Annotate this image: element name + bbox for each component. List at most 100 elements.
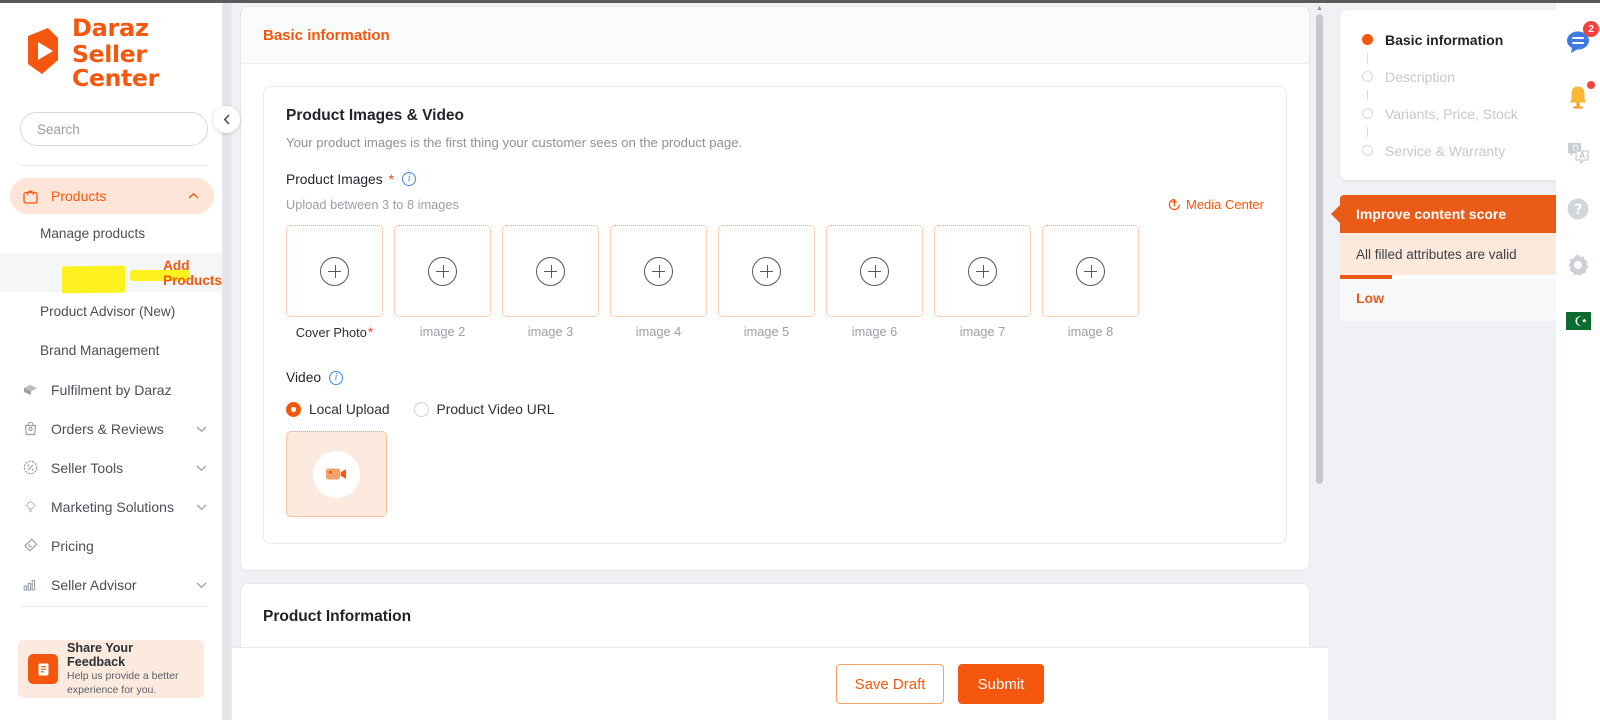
sidebar-subitem-manage-products[interactable]: Manage products [0,214,222,253]
sidebar-subitem-add-products[interactable]: Add Products [0,253,222,294]
notifications-button[interactable] [1563,81,1595,112]
radio-dot-selected[interactable] [286,402,301,417]
chat-unread-badge: 2 [1583,21,1599,37]
order-bag-icon [20,420,40,437]
info-icon[interactable]: i [329,370,344,385]
content-scrollbar[interactable]: ▲ [1315,4,1324,716]
action-bar: Save Draft Submit [232,647,1328,720]
bar-chart-icon [20,576,40,593]
brand-name-line1: Daraz [72,14,149,42]
help-button[interactable]: ? [1563,194,1593,224]
content-score-progressbar [1340,275,1578,279]
sidebar-collapse-button[interactable] [213,106,240,133]
content-score-body: All filled attributes are valid [1340,233,1578,275]
radio-local-upload[interactable]: Local Upload [286,402,390,417]
image-slot-dropzone[interactable] [502,225,599,317]
sidebar: Daraz Seller Center Products [0,0,222,720]
media-center-label: Media Center [1185,197,1264,212]
scroll-up-arrow[interactable]: ▲ [1315,4,1324,13]
image-slot-1: Cover Photo* [286,225,383,340]
upload-hint-row: Upload between 3 to 8 images Media Cente… [286,197,1264,212]
price-tag-icon [20,537,40,554]
sidebar-item-label: Seller Tools [51,459,124,476]
pakistan-flag-icon [1565,312,1591,330]
bulb-icon [20,498,40,515]
highlight-annotation [62,265,126,294]
radio-dot[interactable] [413,402,429,417]
image-slot-dropzone[interactable] [610,225,707,317]
sidebar-item-orders-reviews[interactable]: Orders & Reviews [0,409,222,448]
media-center-link[interactable]: Media Center [1168,197,1264,212]
content-score-progress-fill [1340,275,1393,279]
radio-product-video-url[interactable]: Product Video URL [413,402,555,417]
sidebar-item-marketing-solutions[interactable]: Marketing Solutions [0,487,222,526]
language-region-button[interactable] [1563,306,1593,336]
image-slot-caption: image 5 [743,324,790,339]
sidebar-item-pricing[interactable]: Pricing [0,526,222,565]
settings-button[interactable] [1563,250,1593,280]
sidebar-item-fulfilment-by-daraz[interactable]: Fulfilment by Daraz [0,370,222,409]
image-slot-caption: image 3 [527,324,574,339]
percent-badge-icon [20,459,40,476]
save-draft-button[interactable]: Save Draft [836,664,944,704]
sidebar-item-label: Marketing Solutions [51,498,174,515]
step-bullet [1362,108,1373,119]
image-slot-dropzone[interactable] [394,225,491,317]
svg-text:A: A [1580,151,1586,160]
image-slot-dropzone[interactable] [286,225,383,317]
sidebar-item-seller-tools[interactable]: Seller Tools [0,448,222,487]
plus-circle-icon [536,256,565,286]
plus-circle-icon [428,256,457,286]
sidebar-subitem-brand-management[interactable]: Brand Management [0,331,222,370]
qa-button[interactable]: Q A [1563,138,1593,168]
gear-icon [1568,254,1589,276]
chevron-up-icon[interactable] [186,192,200,200]
product-information-title: Product Information [263,608,412,625]
image-slot-dropzone[interactable] [718,225,815,317]
sidebar-subitem-product-advisor[interactable]: Product Advisor (New) [0,292,222,331]
search-input[interactable] [37,121,214,137]
required-marker: * [388,171,395,187]
brand-logo[interactable]: Daraz Seller Center [0,0,222,90]
sidebar-item-label: Seller Advisor [51,576,137,593]
image-slot-caption: image 6 [851,324,898,339]
chevron-down-icon[interactable] [194,581,208,589]
image-slot-dropzone[interactable] [826,225,923,317]
image-slot-dropzone[interactable] [934,225,1031,317]
utility-icon-rail: 2 Q A ? [1556,0,1600,720]
image-slot-6: image 6 [826,225,923,340]
radio-label: Product Video URL [436,402,555,417]
sidebar-item-products[interactable]: Products [10,178,214,214]
content-scrollbar-thumb[interactable] [1316,14,1323,484]
image-slot-caption: Cover Photo* [286,324,383,340]
product-images-label: Product Images [286,171,383,187]
sidebar-item-label: Products [51,188,107,204]
step-description[interactable]: Description [1340,63,1578,90]
bell-icon [1570,86,1586,109]
step-label: Basic information [1385,31,1504,48]
feedback-subtitle-line1: Help us provide a better [67,670,179,683]
bag-icon [20,188,40,205]
radio-label: Local Upload [309,402,390,417]
search-box[interactable] [20,112,214,146]
plus-circle-icon [320,256,349,286]
chevron-down-icon[interactable] [194,464,208,472]
step-service-warranty[interactable]: Service & Warranty [1340,137,1578,164]
submit-button[interactable]: Submit [958,664,1044,704]
step-basic-information[interactable]: Basic information [1340,26,1578,53]
share-feedback-card[interactable]: Share Your Feedback Help us provide a be… [18,640,204,698]
step-bullet-active [1362,34,1373,45]
chat-message-button[interactable]: 2 [1563,21,1599,56]
info-icon[interactable]: i [402,172,417,186]
step-variants-price-stock[interactable]: Variants, Price, Stock [1340,100,1578,127]
main-scroll-area: Basic information Product Images & Video… [240,6,1310,720]
image-slot-caption: image 2 [419,324,466,339]
truck-icon [20,381,40,398]
sidebar-item-label: Orders & Reviews [51,420,164,437]
chevron-left-icon [223,114,230,125]
video-upload-dropzone[interactable] [286,431,387,517]
chevron-down-icon[interactable] [194,503,208,511]
chevron-down-icon[interactable] [194,425,208,433]
sidebar-item-seller-advisor[interactable]: Seller Advisor [0,565,222,604]
image-slot-dropzone[interactable] [1042,225,1139,317]
